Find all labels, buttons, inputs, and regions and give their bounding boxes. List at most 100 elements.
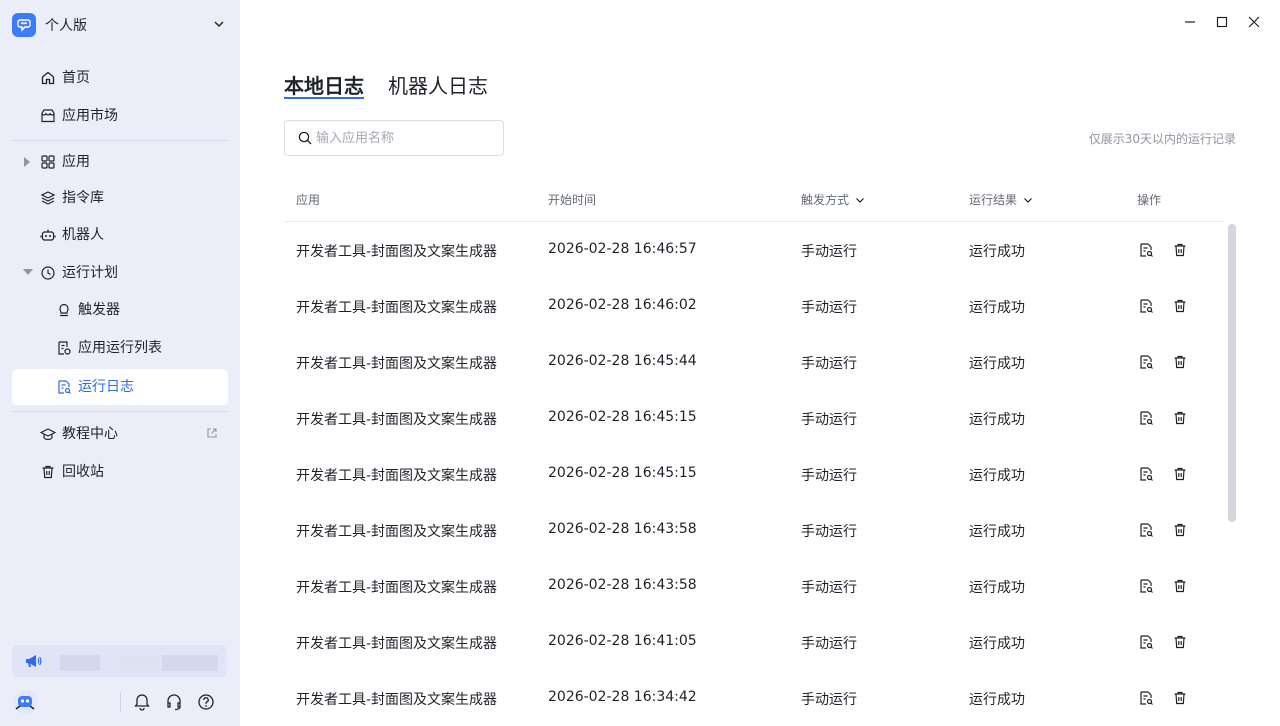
cell-app: 开发者工具-封面图及文案生成器	[296, 468, 498, 484]
sidebar-bottom-bar	[12, 686, 228, 718]
bell-icon[interactable]	[132, 692, 152, 712]
cell-app: 开发者工具-封面图及文案生成器	[296, 412, 498, 428]
log-view-icon[interactable]	[1138, 466, 1154, 482]
table-row[interactable]: 开发者工具-封面图及文案生成器 2026-02-28 16:45:44 手动运行…	[284, 334, 1225, 390]
trash-icon[interactable]	[1172, 522, 1188, 538]
table-row[interactable]: 开发者工具-封面图及文案生成器 2026-02-28 16:45:15 手动运行…	[284, 446, 1225, 502]
log-view-icon[interactable]	[1138, 242, 1154, 258]
log-view-icon[interactable]	[1138, 578, 1154, 594]
nav-run-log[interactable]: 运行日志	[12, 369, 228, 405]
sidebar-divider	[12, 140, 228, 141]
market-icon	[41, 109, 55, 123]
cell-result: 运行成功	[969, 692, 1025, 708]
cell-trigger: 手动运行	[801, 244, 857, 260]
nav-home[interactable]: 首页	[12, 60, 228, 96]
bottom-bar-divider	[120, 692, 121, 712]
nav-app-run-list[interactable]: 应用运行列表	[12, 330, 228, 366]
log-view-icon[interactable]	[1138, 522, 1154, 538]
nav-robot[interactable]: 机器人	[12, 217, 228, 253]
table-row[interactable]: 开发者工具-封面图及文案生成器 2026-02-28 16:46:57 手动运行…	[284, 222, 1225, 278]
trash-icon[interactable]	[1172, 410, 1188, 426]
table-row[interactable]: 开发者工具-封面图及文案生成器 2026-02-28 16:34:42 手动运行…	[284, 670, 1225, 726]
notice-banner[interactable]	[12, 645, 227, 677]
headset-icon[interactable]	[164, 692, 184, 712]
cell-start-time: 2026-02-28 16:45:15	[548, 465, 697, 481]
cell-app: 开发者工具-封面图及文案生成器	[296, 692, 498, 708]
cell-trigger: 手动运行	[801, 412, 857, 428]
run-log-icon	[58, 380, 71, 394]
help-icon[interactable]	[196, 692, 216, 712]
run-list-icon	[58, 341, 71, 355]
cell-start-time: 2026-02-28 16:45:15	[548, 409, 697, 425]
tab-local-log[interactable]: 本地日志	[284, 70, 364, 99]
log-view-icon[interactable]	[1138, 634, 1154, 650]
chevron-down-icon	[214, 21, 224, 27]
trash-icon[interactable]	[1172, 690, 1188, 706]
cell-trigger: 手动运行	[801, 636, 857, 652]
table-row[interactable]: 开发者工具-封面图及文案生成器 2026-02-28 16:41:05 手动运行…	[284, 614, 1225, 670]
trash-icon[interactable]	[1172, 298, 1188, 314]
clock-icon	[41, 266, 55, 280]
search-input[interactable]	[316, 128, 496, 148]
nav-tutorial-label: 教程中心	[62, 426, 118, 442]
search-icon	[298, 131, 312, 145]
apps-grid-icon	[41, 155, 55, 169]
trash-icon[interactable]	[1172, 634, 1188, 650]
nav-schedule[interactable]: 运行计划	[12, 255, 228, 291]
cell-start-time: 2026-02-28 16:45:44	[548, 353, 697, 369]
table-row[interactable]: 开发者工具-封面图及文案生成器 2026-02-28 16:43:58 手动运行…	[284, 502, 1225, 558]
cell-result: 运行成功	[969, 356, 1025, 372]
nav-tutorial[interactable]: 教程中心	[12, 416, 228, 452]
cell-result: 运行成功	[969, 524, 1025, 540]
close-icon[interactable]	[1246, 14, 1262, 30]
tab-robot-log[interactable]: 机器人日志	[388, 70, 488, 99]
cell-start-time: 2026-02-28 16:43:58	[548, 521, 697, 537]
nav-market[interactable]: 应用市场	[12, 98, 228, 134]
cell-result: 运行成功	[969, 636, 1025, 652]
nav-trigger[interactable]: 触发器	[12, 292, 228, 328]
minimize-icon[interactable]	[1182, 14, 1198, 30]
log-view-icon[interactable]	[1138, 690, 1154, 706]
trash-icon[interactable]	[1172, 354, 1188, 370]
nav-commands[interactable]: 指令库	[12, 180, 228, 216]
table-row[interactable]: 开发者工具-封面图及文案生成器 2026-02-28 16:45:15 手动运行…	[284, 390, 1225, 446]
avatar[interactable]	[12, 689, 38, 715]
maximize-icon[interactable]	[1214, 14, 1230, 30]
cell-app: 开发者工具-封面图及文案生成器	[296, 244, 498, 260]
nav-run-log-label: 运行日志	[78, 379, 134, 395]
cell-start-time: 2026-02-28 16:43:58	[548, 577, 697, 593]
cell-app: 开发者工具-封面图及文案生成器	[296, 300, 498, 316]
cell-trigger: 手动运行	[801, 580, 857, 596]
log-view-icon[interactable]	[1138, 298, 1154, 314]
nav-apps-label: 应用	[62, 154, 90, 170]
header-trigger[interactable]: 触发方式	[801, 191, 865, 208]
header-action: 操作	[1137, 191, 1161, 208]
log-view-icon[interactable]	[1138, 410, 1154, 426]
external-link-icon	[207, 428, 217, 438]
megaphone-icon	[26, 655, 42, 667]
nav-recycle[interactable]: 回收站	[12, 454, 228, 490]
log-view-icon[interactable]	[1138, 354, 1154, 370]
table-scrollbar[interactable]	[1228, 224, 1236, 522]
table-row[interactable]: 开发者工具-封面图及文案生成器 2026-02-28 16:43:58 手动运行…	[284, 558, 1225, 614]
cell-trigger: 手动运行	[801, 300, 857, 316]
cell-trigger: 手动运行	[801, 356, 857, 372]
cell-result: 运行成功	[969, 412, 1025, 428]
nav-apps[interactable]: 应用	[12, 144, 228, 180]
trigger-icon	[59, 303, 69, 317]
cell-result: 运行成功	[969, 580, 1025, 596]
nav-market-label: 应用市场	[62, 108, 118, 124]
workspace-switcher[interactable]: 个人版	[12, 12, 230, 38]
trash-icon[interactable]	[1172, 578, 1188, 594]
table-row[interactable]: 开发者工具-封面图及文案生成器 2026-02-28 16:46:02 手动运行…	[284, 278, 1225, 334]
workspace-name: 个人版	[45, 18, 87, 34]
trash-icon[interactable]	[1172, 466, 1188, 482]
nav-schedule-label: 运行计划	[62, 265, 118, 281]
caret-right-icon	[24, 157, 30, 167]
tab-underline	[284, 97, 364, 99]
notice-blur	[120, 655, 160, 671]
notice-blur	[60, 655, 100, 671]
cell-app: 开发者工具-封面图及文案生成器	[296, 524, 498, 540]
trash-icon[interactable]	[1172, 242, 1188, 258]
header-result[interactable]: 运行结果	[969, 191, 1033, 208]
